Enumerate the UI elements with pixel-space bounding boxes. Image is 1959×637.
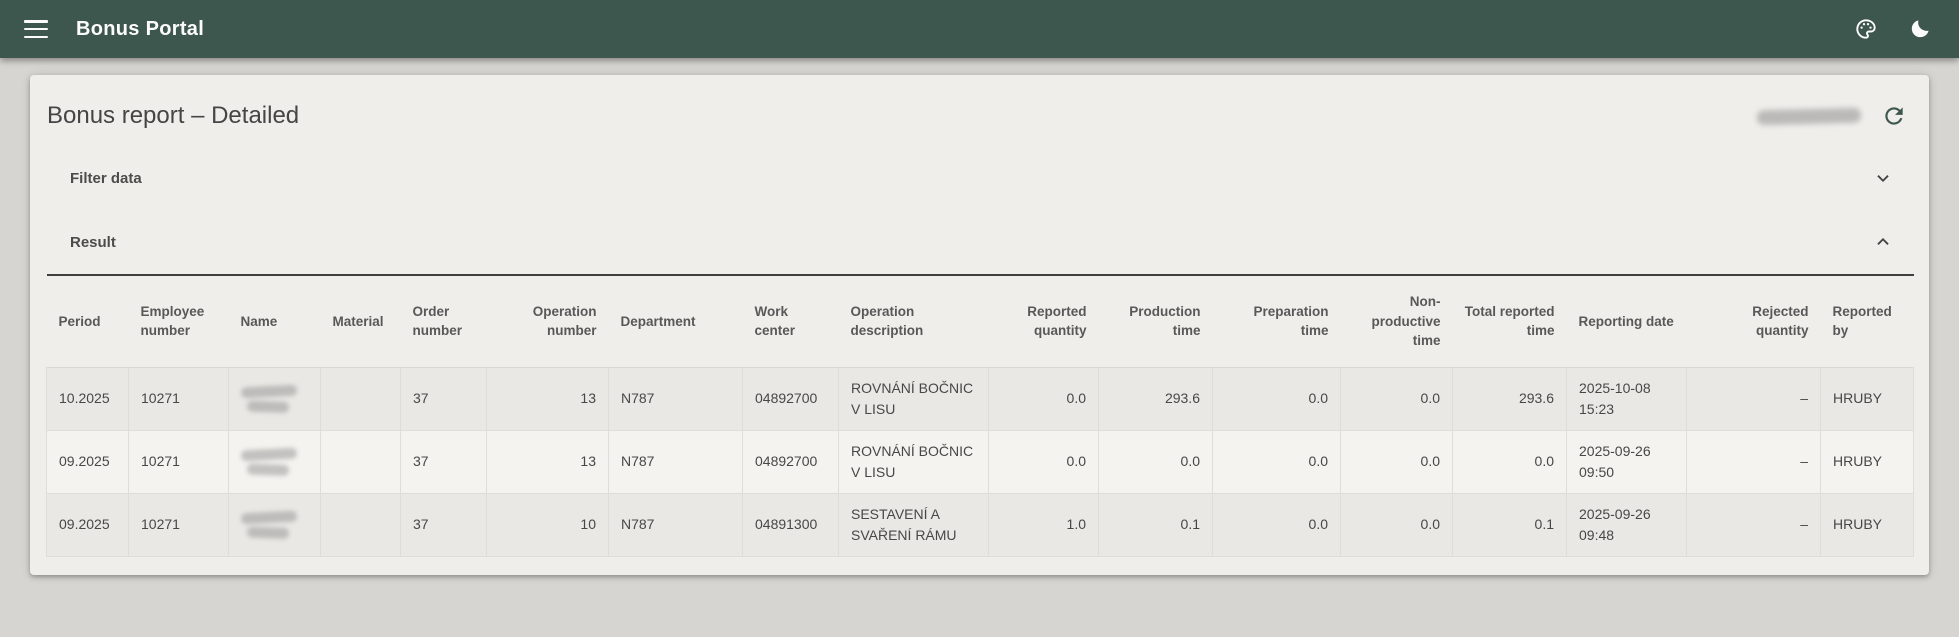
employee-name-redacted [241,447,297,461]
cell-material [321,493,401,556]
column-header-name: Name [229,275,321,367]
cell-reported_quantity: 0.0 [989,367,1099,430]
column-header-reporting_date: Reporting date [1567,275,1687,367]
employee-name-redacted [247,400,289,412]
cell-employee_number: 10271 [129,367,229,430]
column-header-total_reported_time: Total reported time [1453,275,1567,367]
cell-order_number: 37 [401,430,487,493]
results-table: PeriodEmployee numberNameMaterialOrder n… [46,274,1914,557]
employee-name-redacted [241,384,297,398]
cell-rejected_quantity: – [1687,367,1821,430]
cell-department: N787 [609,430,743,493]
column-header-operation_description: Operation description [839,275,989,367]
employee-name-redacted [247,463,289,475]
cell-preparation_time: 0.0 [1213,367,1341,430]
cell-material [321,430,401,493]
cell-reported_by: HRUBY [1821,430,1914,493]
cell-operation_description: ROVNÁNÍ BOČNIC V LISU [839,430,989,493]
cell-reported_quantity: 1.0 [989,493,1099,556]
cell-period: 10.2025 [47,367,129,430]
cell-name [229,430,321,493]
refresh-icon[interactable] [1881,103,1907,129]
app-title: Bonus Portal [76,18,204,41]
chevron-up-icon[interactable] [1872,231,1894,253]
column-header-material: Material [321,275,401,367]
column-header-operation_number: Operation number [487,275,609,367]
cell-operation_number: 13 [487,367,609,430]
cell-reporting_date: 2025-10-08 15:23 [1567,367,1687,430]
section-filter-data[interactable]: Filter data [30,146,1929,210]
column-header-production_time: Production time [1099,275,1213,367]
moon-icon[interactable] [1907,16,1933,42]
cell-total_reported_time: 293.6 [1453,367,1567,430]
result-label: Result [70,234,116,251]
section-result[interactable]: Result [30,210,1929,274]
cell-production_time: 0.0 [1099,430,1213,493]
employee-name-redacted [247,526,289,538]
cell-operation_number: 13 [487,430,609,493]
table-header-row: PeriodEmployee numberNameMaterialOrder n… [47,275,1914,367]
cell-rejected_quantity: – [1687,493,1821,556]
cell-non_productive_time: 0.0 [1341,430,1453,493]
cell-order_number: 37 [401,367,487,430]
cell-department: N787 [609,493,743,556]
column-header-reported_by: Reported by [1821,275,1914,367]
cell-period: 09.2025 [47,430,129,493]
card-header-actions [1757,103,1907,129]
table-row: 09.202510271 3710N78704891300SESTAVENÍ A … [47,493,1914,556]
cell-name [229,367,321,430]
report-title: Bonus report – Detailed [47,102,299,130]
filter-data-label: Filter data [70,170,142,187]
chevron-down-icon[interactable] [1872,167,1894,189]
cell-employee_number: 10271 [129,430,229,493]
menu-icon[interactable] [24,20,48,38]
column-header-order_number: Order number [401,275,487,367]
employee-name-redacted [241,510,297,524]
cell-total_reported_time: 0.0 [1453,430,1567,493]
cell-operation_number: 10 [487,493,609,556]
cell-preparation_time: 0.0 [1213,430,1341,493]
column-header-period: Period [47,275,129,367]
cell-reporting_date: 2025-09-26 09:48 [1567,493,1687,556]
cell-operation_description: ROVNÁNÍ BOČNIC V LISU [839,367,989,430]
app-bar: Bonus Portal [0,0,1959,58]
cell-reported_by: HRUBY [1821,493,1914,556]
column-header-rejected_quantity: Rejected quantity [1687,275,1821,367]
cell-employee_number: 10271 [129,493,229,556]
cell-reporting_date: 2025-09-26 09:50 [1567,430,1687,493]
card-header: Bonus report – Detailed [30,75,1929,146]
table-row: 10.202510271 3713N78704892700ROVNÁNÍ BOČN… [47,367,1914,430]
cell-work_center: 04891300 [743,493,839,556]
cell-reported_quantity: 0.0 [989,430,1099,493]
cell-department: N787 [609,367,743,430]
cell-production_time: 0.1 [1099,493,1213,556]
cell-order_number: 37 [401,493,487,556]
cell-non_productive_time: 0.0 [1341,367,1453,430]
cell-period: 09.2025 [47,493,129,556]
report-card: Bonus report – Detailed Filter data Resu… [30,75,1929,575]
column-header-work_center: Work center [743,275,839,367]
cell-reported_by: HRUBY [1821,367,1914,430]
cell-work_center: 04892700 [743,430,839,493]
user-name-redacted [1757,107,1861,125]
cell-material [321,367,401,430]
app-bar-actions [1853,16,1933,42]
cell-rejected_quantity: – [1687,430,1821,493]
column-header-non_productive_time: Non-productive time [1341,275,1453,367]
column-header-preparation_time: Preparation time [1213,275,1341,367]
cell-total_reported_time: 0.1 [1453,493,1567,556]
palette-icon[interactable] [1853,16,1879,42]
column-header-department: Department [609,275,743,367]
cell-name [229,493,321,556]
cell-non_productive_time: 0.0 [1341,493,1453,556]
column-header-employee_number: Employee number [129,275,229,367]
cell-preparation_time: 0.0 [1213,493,1341,556]
results-table-container: PeriodEmployee numberNameMaterialOrder n… [46,274,1913,557]
column-header-reported_quantity: Reported quantity [989,275,1099,367]
cell-production_time: 293.6 [1099,367,1213,430]
table-row: 09.202510271 3713N78704892700ROVNÁNÍ BOČN… [47,430,1914,493]
cell-operation_description: SESTAVENÍ A SVAŘENÍ RÁMU [839,493,989,556]
cell-work_center: 04892700 [743,367,839,430]
